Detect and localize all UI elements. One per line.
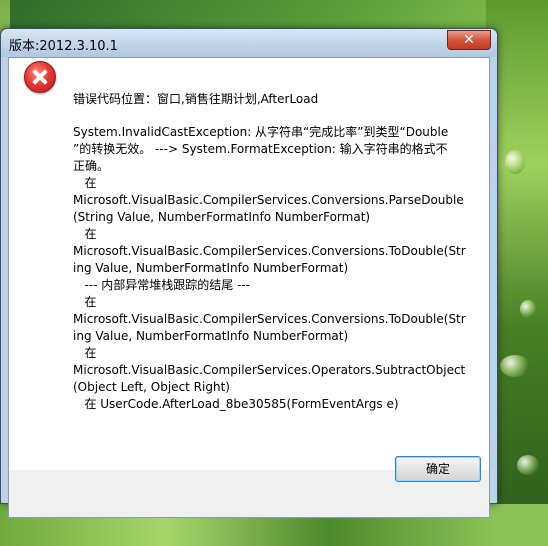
water-drop: [500, 355, 530, 377]
water-drop: [520, 300, 536, 318]
water-drop: [505, 150, 525, 174]
exception-line: --- 内部异常堆栈跟踪的结尾 ---: [73, 278, 251, 292]
exception-line: System.InvalidCastException: 从字符串“完成比率”到…: [73, 125, 449, 139]
exception-line: (Object Left, Object Right): [73, 380, 230, 394]
exception-line: 在: [73, 295, 97, 309]
exception-line: 在: [73, 176, 97, 190]
exception-line: Microsoft.VisualBasic.CompilerServices.C…: [73, 193, 464, 207]
exception-details: System.InvalidCastException: 从字符串“完成比率”到…: [73, 124, 466, 413]
window-title: 版本:2012.3.10.1: [9, 39, 118, 54]
title-bar[interactable]: 版本:2012.3.10.1 ✕: [1, 29, 497, 57]
exception-line: ing Value, NumberFormatInfo NumberFormat…: [73, 261, 349, 275]
exception-line: Microsoft.VisualBasic.CompilerServices.C…: [73, 244, 466, 258]
exception-line: ”的转换无效。 ---> System.FormatException: 输入字…: [73, 142, 448, 156]
close-button[interactable]: ✕: [447, 30, 491, 50]
exception-line: 在: [73, 227, 97, 241]
exception-line: Microsoft.VisualBasic.CompilerServices.O…: [73, 363, 466, 377]
exception-line: 在 UserCode.AfterLoad_8be30585(FormEventA…: [73, 397, 399, 411]
exception-line: (String Value, NumberFormatInfo NumberFo…: [73, 210, 371, 224]
ok-button[interactable]: 确定: [395, 456, 481, 482]
water-drop: [517, 455, 539, 475]
error-location-heading: 错误代码位置：窗口,销售往期计划,AfterLoad: [73, 92, 319, 106]
exception-line: 正确。: [73, 159, 110, 173]
close-icon: ✕: [463, 32, 475, 48]
exception-line: Microsoft.VisualBasic.CompilerServices.C…: [73, 312, 466, 326]
exception-line: ing Value, NumberFormatInfo NumberFormat…: [73, 329, 349, 343]
exception-line: 在: [73, 346, 97, 360]
error-icon: [24, 61, 56, 93]
